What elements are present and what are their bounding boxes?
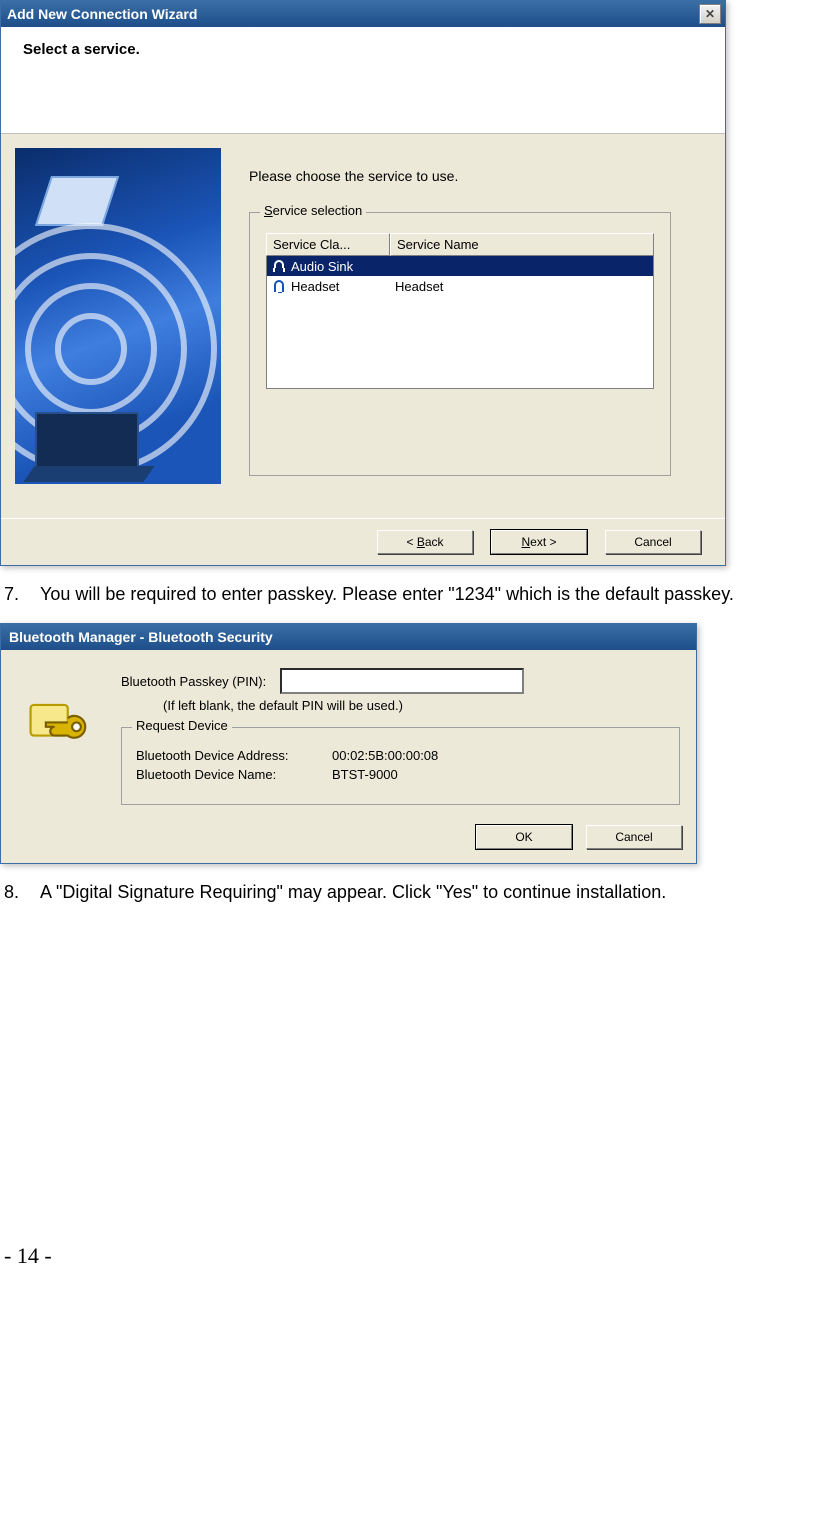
headphones-icon [271,258,287,274]
request-device-group: Request Device Bluetooth Device Address:… [121,727,680,805]
step-text: You will be required to enter passkey. P… [40,584,734,605]
wizard-body: Please choose the service to use. Servic… [1,134,725,518]
wizard-titlebar[interactable]: Add New Connection Wizard ✕ [1,1,725,27]
service-list-header: Service Cla... Service Name [266,233,654,256]
page-number: - 14 - [4,1243,838,1269]
cancel-button[interactable]: Cancel [605,530,701,554]
device-name-value: BTST-9000 [332,767,398,782]
step-text: A "Digital Signature Requiring" may appe… [40,882,666,903]
subheader-text: Select a service. [23,41,140,58]
wizard-sidebar-image [15,148,221,484]
security-title: Bluetooth Manager - Bluetooth Security [9,629,273,645]
close-icon: ✕ [705,7,715,21]
step-7: 7. You will be required to enter passkey… [4,584,834,605]
cell-service-name: Headset [395,279,649,294]
instruction-text: Please choose the service to use. [249,168,711,184]
passkey-input[interactable] [280,668,524,694]
next-button[interactable]: Next > [491,530,587,554]
pin-hint: (If left blank, the default PIN will be … [163,698,680,713]
cell-service-class: Audio Sink [291,259,391,274]
device-name-label: Bluetooth Device Name: [136,767,332,782]
service-selection-group: Service selection Service Cla... Service… [249,212,671,476]
device-address-label: Bluetooth Device Address: [136,748,332,763]
cell-service-class: Headset [291,279,391,294]
list-item[interactable]: Headset Headset [267,276,653,296]
device-address-value: 00:02:5B:00:00:08 [332,748,438,763]
bluetooth-security-dialog: Bluetooth Manager - Bluetooth Security B… [0,623,697,864]
group-legend: Service selection [260,203,366,218]
list-item[interactable]: Audio Sink [267,256,653,276]
step-8: 8. A "Digital Signature Requiring" may a… [4,882,834,903]
back-button[interactable]: < Back [377,530,473,554]
key-icon [17,686,101,764]
step-number: 7. [4,584,22,605]
ok-button[interactable]: OK [476,825,572,849]
wizard-subheader: Select a service. [1,27,725,134]
headset-icon [271,278,287,294]
wizard-button-row: < Back Next > Cancel [1,518,725,565]
pin-label: Bluetooth Passkey (PIN): [121,674,266,689]
step-number: 8. [4,882,22,903]
wizard-title: Add New Connection Wizard [7,6,197,22]
close-button[interactable]: ✕ [699,4,721,24]
service-list[interactable]: Audio Sink Headset Headset [266,256,654,389]
col-service-class[interactable]: Service Cla... [266,233,390,256]
security-button-row: OK Cancel [1,813,696,863]
add-connection-wizard: Add New Connection Wizard ✕ Select a ser… [0,0,726,566]
request-device-legend: Request Device [132,718,232,733]
cancel-button[interactable]: Cancel [586,825,682,849]
col-service-name[interactable]: Service Name [390,233,654,256]
security-titlebar[interactable]: Bluetooth Manager - Bluetooth Security [1,624,696,650]
